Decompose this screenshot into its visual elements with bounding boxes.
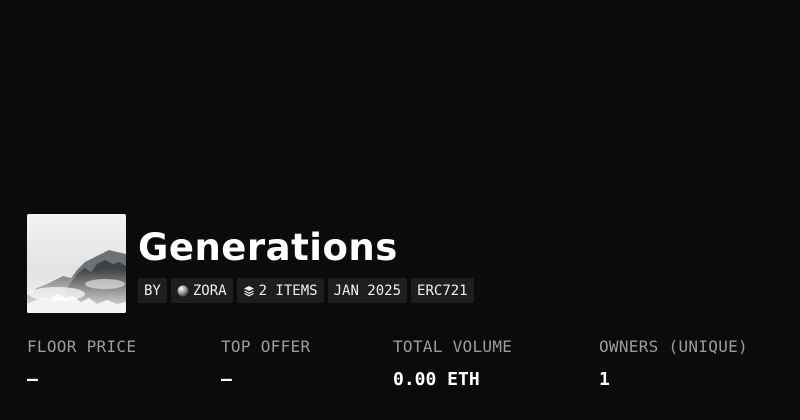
stat-value: 1 <box>599 369 610 390</box>
items-chip: 2 ITEMS <box>236 278 324 303</box>
standard-chip: ERC721 <box>411 278 474 303</box>
token-standard: ERC721 <box>417 282 468 299</box>
stat-label: TOTAL VOLUME <box>393 337 513 356</box>
by-label: BY <box>144 282 161 299</box>
stat-owners: OWNERS (UNIQUE) 1 <box>599 336 748 392</box>
collection-stats: FLOOR PRICE – TOP OFFER – TOTAL VOLUME 0… <box>0 336 800 396</box>
stat-label: TOP OFFER <box>221 337 311 356</box>
stat-label: FLOOR PRICE <box>27 337 137 356</box>
items-count: 2 ITEMS <box>258 282 318 299</box>
stat-value: – <box>27 369 38 390</box>
zora-orb-icon <box>177 285 189 297</box>
stat-total-volume: TOTAL VOLUME 0.00 ETH <box>393 336 512 392</box>
stat-value: – <box>221 369 232 390</box>
stat-label: OWNERS (UNIQUE) <box>599 337 748 356</box>
stat-value: 0.00 ETH <box>393 369 480 390</box>
stat-floor-price: FLOOR PRICE – <box>27 336 136 392</box>
date-chip: JAN 2025 <box>327 278 408 303</box>
creator-chip-by: BY <box>138 278 167 303</box>
stat-top-offer: TOP OFFER – <box>221 336 310 392</box>
layers-icon <box>243 285 255 297</box>
misty-mountain-image <box>27 214 126 313</box>
collection-title: Generations <box>138 226 398 269</box>
collection-thumbnail <box>27 214 126 313</box>
collection-meta-row: BY ZORA 2 ITEMS JAN 2025 ERC721 <box>138 278 474 303</box>
creator-name: ZORA <box>192 282 227 299</box>
created-date: JAN 2025 <box>333 282 402 299</box>
creator-chip[interactable]: ZORA <box>170 278 233 303</box>
